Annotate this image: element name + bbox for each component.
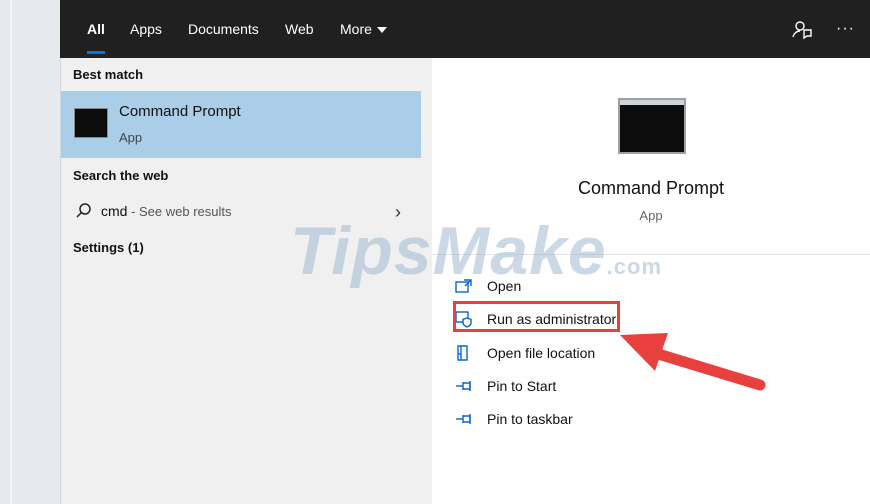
more-options-icon[interactable]: ··· (836, 17, 860, 41)
pin-icon (454, 377, 474, 395)
action-label: Open file location (487, 345, 596, 361)
detail-title: Command Prompt (577, 178, 725, 198)
tab-web[interactable]: Web (285, 0, 314, 58)
action-label: Pin to taskbar (487, 411, 573, 427)
web-query-text: cmd (101, 203, 128, 219)
annotation-highlight-box (453, 301, 620, 332)
web-hint-text: - See web results (127, 204, 232, 219)
annotation-arrow-icon (620, 333, 766, 391)
pin-icon (454, 410, 474, 428)
action-label: Pin to Start (487, 378, 557, 394)
caret-down-icon (376, 27, 387, 34)
active-tab-indicator (87, 51, 105, 54)
tab-more[interactable]: More (340, 0, 387, 58)
search-web-heading: Search the web (73, 168, 169, 183)
feedback-icon[interactable] (790, 17, 814, 41)
best-match-subtitle: App (119, 130, 143, 145)
tab-apps[interactable]: Apps (130, 0, 162, 58)
command-prompt-icon (74, 108, 108, 138)
file-location-icon (454, 344, 474, 362)
command-prompt-large-icon (618, 98, 686, 154)
best-match-heading: Best match (73, 67, 144, 82)
search-icon (75, 202, 93, 225)
search-filter-bar: All Apps Documents Web More ··· (60, 0, 870, 58)
tab-all[interactable]: All (87, 0, 105, 58)
tipsmake-watermark: TipsMake.com (290, 213, 663, 289)
desktop-background (0, 0, 61, 504)
best-match-item[interactable]: Command Prompt App (61, 91, 421, 158)
tab-documents[interactable]: Documents (188, 0, 259, 58)
settings-heading[interactable]: Settings (1) (73, 240, 144, 255)
best-match-title: Command Prompt (119, 103, 241, 120)
